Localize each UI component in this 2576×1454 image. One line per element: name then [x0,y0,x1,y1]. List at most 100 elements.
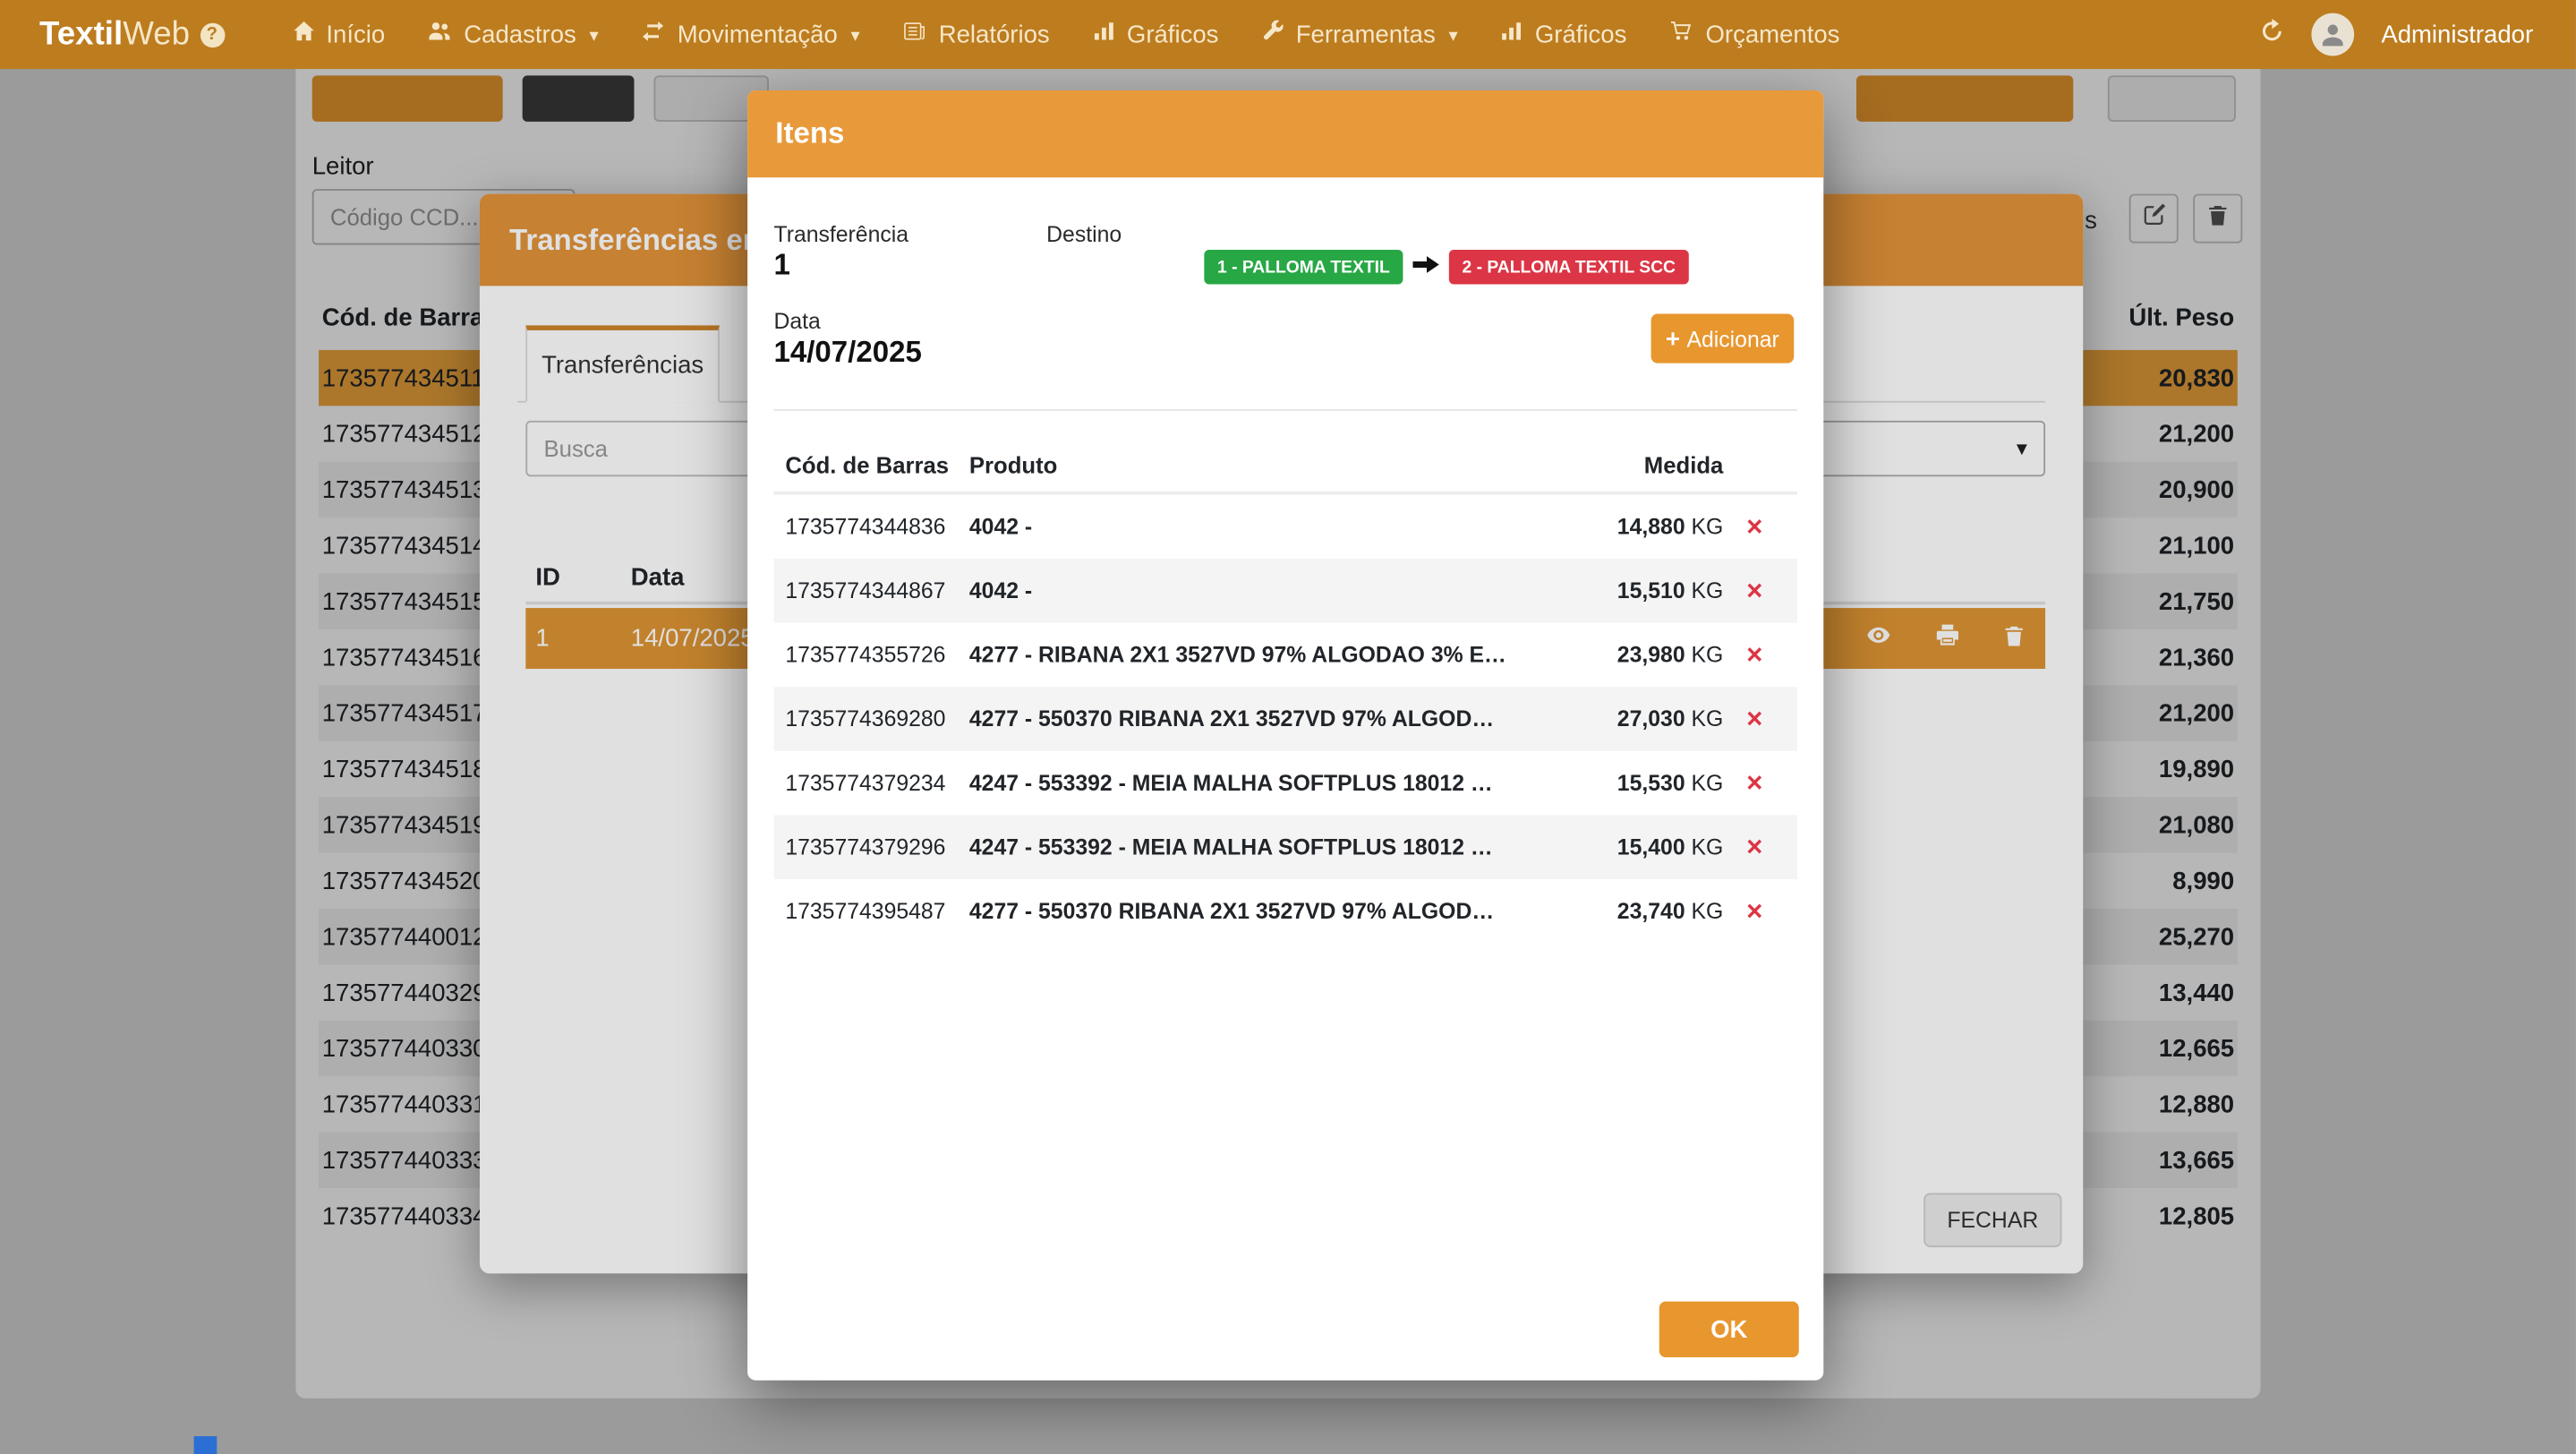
nav-label: Movimentação [678,21,838,48]
product-cell: 4042 - [969,578,1575,603]
nav-right: Administrador [2260,13,2534,56]
destination-label: Destino [1046,222,1122,247]
nav-item-movimentacao[interactable]: Movimentação ▾ [619,0,881,69]
nav-item-relatorios[interactable]: Relatórios [881,0,1070,69]
measure-unit: KG [1692,643,1724,668]
add-item-button[interactable]: + Adicionar [1651,314,1795,364]
report-icon [902,20,927,49]
item-row: 1735774369280 4277 - 550370 RIBANA 2X1 3… [773,687,1796,751]
brand-bold: Textil [39,15,123,51]
items-modal: Itens Transferência 1 Destino 1 - PALLOM… [747,90,1823,1381]
product-cell: 4042 - [969,514,1575,539]
nav-item-inicio[interactable]: Início [270,0,406,69]
chevron-down-icon: ▾ [1448,24,1457,46]
product-cell: 4277 - 550370 RIBANA 2X1 3527VD 97% ALGO… [969,899,1575,924]
measure-value: 23,740 [1617,899,1685,924]
chevron-down-icon: ▾ [850,24,859,46]
remove-item-icon[interactable]: × [1723,766,1786,800]
barcode-cell: 1735774395487 [785,899,969,924]
items-table-body: 1735774344836 4042 - 14,880 KG × 1735774… [773,494,1796,943]
remove-item-icon[interactable]: × [1723,703,1786,736]
navbar: TextilWeb ? Início Cadastros ▾ Movimenta… [0,0,2576,69]
bar-chart-icon [1092,20,1115,49]
measure-value: 14,880 [1617,514,1685,539]
measure-value: 23,980 [1617,643,1685,668]
item-row: 1735774344867 4042 - 15,510 KG × [773,559,1796,623]
item-row: 1735774395487 4277 - 550370 RIBANA 2X1 3… [773,879,1796,944]
help-icon[interactable]: ? [200,22,225,47]
col-measure-header: Medida [1575,452,1723,478]
item-row: 1735774344836 4042 - 14,880 KG × [773,494,1796,559]
transfer-route: 1 - PALLOMA TEXTIL 2 - PALLOMA TEXTIL SC… [1204,250,1688,285]
remove-item-icon[interactable]: × [1723,574,1786,607]
date-label: Data [773,309,820,334]
arrow-right-icon [1412,252,1438,282]
date-value: 14/07/2025 [773,335,921,370]
remove-item-icon[interactable]: × [1723,638,1786,671]
nav-item-ferramentas[interactable]: Ferramentas ▾ [1240,0,1479,69]
divider [773,409,1796,411]
measure-value: 15,400 [1617,834,1685,860]
user-name[interactable]: Administrador [2381,21,2533,48]
transfer-value: 1 [773,248,789,283]
measure-value: 15,530 [1617,771,1685,796]
nav-item-orcamentos[interactable]: Orçamentos [1648,0,1861,69]
origin-badge: 1 - PALLOMA TEXTIL [1204,250,1403,285]
measure-cell: 23,980 KG [1575,643,1723,668]
blue-corner-artifact [194,1436,218,1454]
item-row: 1735774379296 4247 - 553392 - MEIA MALHA… [773,815,1796,879]
nav-item-graficos-2[interactable]: Gráficos [1479,0,1648,69]
barcode-cell: 1735774344867 [785,578,969,603]
items-table-header: Cód. de Barras Produto Medida [773,439,1796,494]
remove-item-icon[interactable]: × [1723,510,1786,543]
brand-logo[interactable]: TextilWeb ? [39,15,225,53]
remove-item-icon[interactable]: × [1723,894,1786,928]
barcode-cell: 1735774344836 [785,514,969,539]
product-cell: 4277 - 550370 RIBANA 2X1 3527VD 97% ALGO… [969,706,1575,731]
cart-icon [1669,20,1694,49]
nav-label: Gráficos [1127,21,1219,48]
nav-label: Cadastros [464,21,576,48]
measure-cell: 15,530 KG [1575,771,1723,796]
nav-label: Gráficos [1535,21,1627,48]
nav-label: Ferramentas [1296,21,1436,48]
add-item-label: Adicionar [1686,326,1778,351]
bar-chart-icon [1500,20,1523,49]
transfer-label: Transferência [773,222,908,247]
chevron-down-icon: ▾ [589,24,598,46]
barcode-cell: 1735774379296 [785,834,969,860]
nav-item-cadastros[interactable]: Cadastros ▾ [406,0,619,69]
item-row: 1735774379234 4247 - 553392 - MEIA MALHA… [773,751,1796,816]
measure-unit: KG [1692,706,1724,731]
refresh-icon[interactable] [2260,17,2286,52]
product-cell: 4247 - 553392 - MEIA MALHA SOFTPLUS 1801… [969,771,1575,796]
col-barcode-header: Cód. de Barras [785,452,969,478]
measure-value: 27,030 [1617,706,1685,731]
measure-unit: KG [1692,834,1724,860]
measure-cell: 15,400 KG [1575,834,1723,860]
nav-label: Início [326,21,385,48]
nav-item-graficos-1[interactable]: Gráficos [1071,0,1241,69]
remove-item-icon[interactable]: × [1723,831,1786,864]
home-icon [292,20,315,49]
users-icon [428,20,453,49]
destination-badge: 2 - PALLOMA TEXTIL SCC [1449,250,1689,285]
measure-unit: KG [1692,514,1724,539]
product-cell: 4277 - RIBANA 2X1 3527VD 97% ALGODAO 3% … [969,643,1575,668]
avatar[interactable] [2312,13,2355,56]
measure-unit: KG [1692,578,1724,603]
measure-value: 15,510 [1617,578,1685,603]
screen: Leitor s Cód. de Barras Últ. Peso 173577… [0,0,2576,1454]
product-cell: 4247 - 553392 - MEIA MALHA SOFTPLUS 1801… [969,834,1575,860]
measure-cell: 15,510 KG [1575,578,1723,603]
items-modal-title: Itens [747,90,1823,177]
nav-menu: Início Cadastros ▾ Movimentação ▾ Relató… [270,0,1861,69]
col-product-header: Produto [969,452,1575,478]
ok-button[interactable]: OK [1659,1302,1799,1357]
measure-unit: KG [1692,771,1724,796]
nav-label: Orçamentos [1705,21,1839,48]
measure-unit: KG [1692,899,1724,924]
barcode-cell: 1735774379234 [785,771,969,796]
wrench-icon [1261,20,1284,49]
barcode-cell: 1735774355726 [785,643,969,668]
